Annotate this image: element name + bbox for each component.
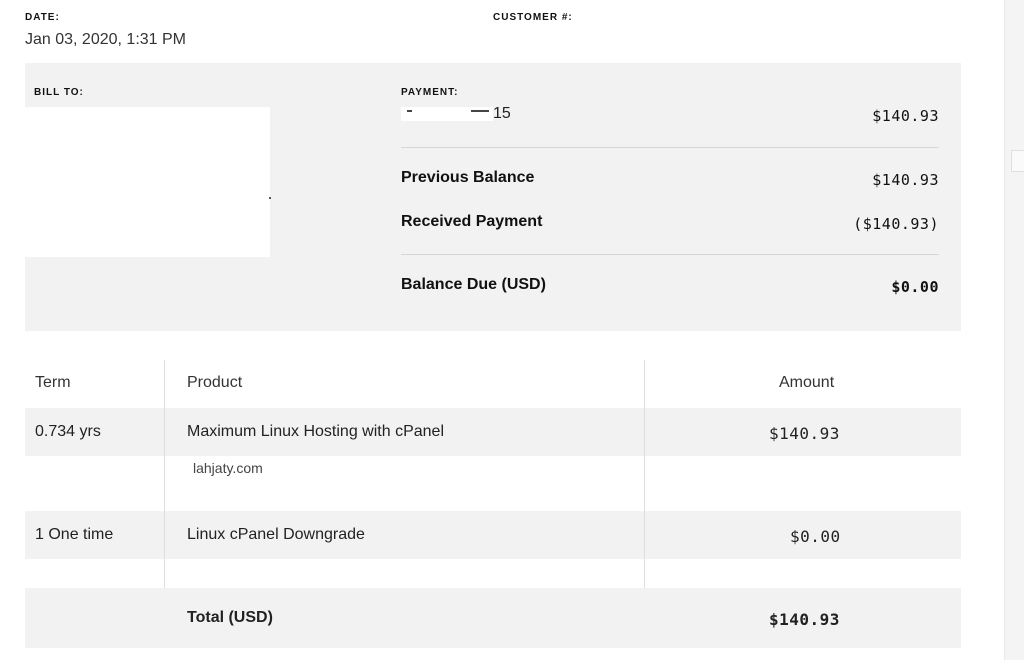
redacted-card-number [401, 106, 493, 121]
date-value: Jan 03, 2020, 1:31 PM [25, 31, 186, 48]
amount-header: Amount [779, 374, 835, 391]
received-payment-label: Received Payment [401, 213, 543, 230]
previous-balance-value: $140.93 [872, 171, 939, 189]
customer-number-label: CUSTOMER #: [493, 12, 573, 23]
divider [401, 254, 939, 255]
row-product: Maximum Linux Hosting with cPanel [187, 423, 444, 440]
row-domain: lahjaty.com [193, 460, 263, 476]
balance-due-value: $0.00 [891, 278, 939, 296]
term-header: Term [35, 374, 71, 391]
payment-label: PAYMENT: [401, 87, 459, 98]
redacted-address [25, 107, 270, 257]
previous-balance-label: Previous Balance [401, 169, 535, 186]
row-term: 0.734 yrs [35, 423, 101, 440]
divider [401, 147, 939, 148]
product-header: Product [187, 374, 243, 391]
redaction-artifact [269, 197, 271, 199]
billing-summary-panel: BILL TO: PAYMENT: 15 $140.93 Previous Ba… [25, 63, 961, 331]
column-separator [644, 360, 645, 588]
payment-amount: $140.93 [872, 107, 939, 125]
row-product: Linux cPanel Downgrade [187, 526, 365, 543]
row-term: 1 One time [35, 526, 114, 543]
column-separator [164, 360, 165, 588]
row-amount: $0.00 [790, 527, 841, 546]
bill-to-label: BILL TO: [34, 87, 84, 98]
received-payment-value: ($140.93) [853, 215, 939, 233]
row-amount: $140.93 [769, 424, 840, 443]
background-field [1011, 150, 1024, 172]
invoice-page: DATE: Jan 03, 2020, 1:31 PM CUSTOMER #: … [0, 0, 1004, 660]
payment-method: 15 [401, 105, 511, 123]
payment-method-suffix: 15 [493, 105, 511, 122]
total-value: $140.93 [769, 610, 840, 629]
date-label: DATE: [25, 12, 60, 23]
background-window-edge [1004, 0, 1024, 660]
balance-due-label: Balance Due (USD) [401, 276, 546, 293]
total-label: Total (USD) [187, 609, 273, 626]
